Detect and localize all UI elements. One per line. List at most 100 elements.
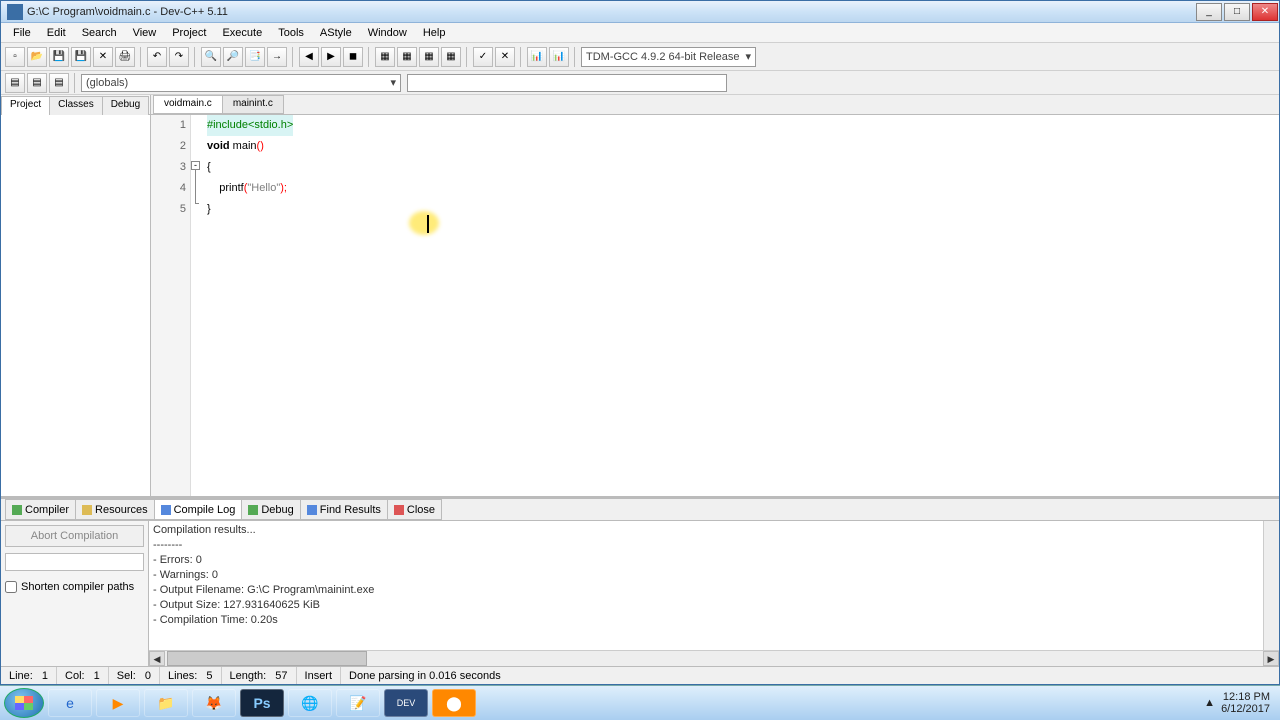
print-icon[interactable]: 🖨 xyxy=(115,47,135,67)
chevron-down-icon: ▾ xyxy=(390,76,396,89)
menu-search[interactable]: Search xyxy=(74,25,125,41)
taskbar-photoshop-icon[interactable]: Ps xyxy=(240,689,284,717)
windows-logo-icon xyxy=(15,696,33,710)
left-panel: Project Classes Debug xyxy=(1,95,151,496)
titlebar: G:\C Program\voidmain.c - Dev-C++ 5.11 _… xyxy=(1,1,1279,23)
line-number: 2 xyxy=(151,136,186,157)
taskbar-wmp-icon[interactable]: ▶ xyxy=(96,689,140,717)
menu-edit[interactable]: Edit xyxy=(39,25,74,41)
close-file-icon[interactable]: ✕ xyxy=(93,47,113,67)
scope-select[interactable]: (globals) ▾ xyxy=(81,74,401,92)
menu-astyle[interactable]: AStyle xyxy=(312,25,360,41)
abort-compilation-button[interactable]: Abort Compilation xyxy=(5,525,144,547)
debug-icon[interactable]: ✓ xyxy=(473,47,493,67)
project-tree[interactable] xyxy=(1,115,150,496)
start-button[interactable] xyxy=(4,688,44,718)
clock-time: 12:18 PM xyxy=(1221,691,1270,703)
compiler-select-value: TDM-GCC 4.9.2 64-bit Release xyxy=(586,51,739,63)
new-file-icon[interactable]: ▫ xyxy=(5,47,25,67)
new-class-icon[interactable]: ▤ xyxy=(5,73,25,93)
close-tab-icon xyxy=(394,505,404,515)
taskbar-devcpp-icon[interactable]: DEV xyxy=(384,689,428,717)
fold-line-icon xyxy=(195,170,196,198)
compile-run-icon[interactable]: ▦ xyxy=(419,47,439,67)
new-func-icon[interactable]: ▤ xyxy=(27,73,47,93)
shorten-paths-checkbox[interactable] xyxy=(5,581,17,593)
status-length: Length: 57 xyxy=(222,667,297,684)
code-token: printf xyxy=(207,182,244,194)
tab-classes[interactable]: Classes xyxy=(49,96,103,115)
function-select[interactable] xyxy=(407,74,727,92)
bookmark-icon[interactable]: ◼ xyxy=(343,47,363,67)
compile-log[interactable]: Compilation results... -------- - Errors… xyxy=(149,521,1279,666)
menu-file[interactable]: File xyxy=(5,25,39,41)
status-col: Col: 1 xyxy=(57,667,109,684)
menu-tools[interactable]: Tools xyxy=(270,25,312,41)
tab-project[interactable]: Project xyxy=(1,96,50,115)
redo-icon[interactable]: ↷ xyxy=(169,47,189,67)
new-var-icon[interactable]: ▤ xyxy=(49,73,69,93)
taskbar-chrome-icon[interactable]: 🌐 xyxy=(288,689,332,717)
scroll-thumb[interactable] xyxy=(167,651,367,666)
bottom-body: Abort Compilation Shorten compiler paths… xyxy=(1,521,1279,666)
tray-flag-icon[interactable]: ▲ xyxy=(1204,697,1215,709)
app-window: G:\C Program\voidmain.c - Dev-C++ 5.11 _… xyxy=(0,0,1280,685)
find-in-files-icon[interactable]: 📑 xyxy=(245,47,265,67)
taskbar-notepad-icon[interactable]: 📝 xyxy=(336,689,380,717)
save-all-icon[interactable]: 💾 xyxy=(71,47,91,67)
stop-icon[interactable]: ✕ xyxy=(495,47,515,67)
taskbar-firefox-icon[interactable]: 🦊 xyxy=(192,689,236,717)
shorten-paths-row[interactable]: Shorten compiler paths xyxy=(5,581,144,593)
editor-tab-voidmain[interactable]: voidmain.c xyxy=(153,95,223,114)
status-line: Line: 1 xyxy=(1,667,57,684)
tab-find-results[interactable]: Find Results xyxy=(300,499,388,520)
forward-icon[interactable]: ▶ xyxy=(321,47,341,67)
save-icon[interactable]: 💾 xyxy=(49,47,69,67)
tab-debug[interactable]: Debug xyxy=(102,96,149,115)
tab-label: Compile Log xyxy=(174,504,236,516)
code-editor[interactable]: 1 2 3 4 5 - #include<stdio.h> void main(… xyxy=(151,115,1279,496)
menu-window[interactable]: Window xyxy=(360,25,415,41)
open-file-icon[interactable]: 📂 xyxy=(27,47,47,67)
back-icon[interactable]: ◀ xyxy=(299,47,319,67)
tab-compile-log[interactable]: Compile Log xyxy=(154,499,243,520)
left-panel-tabs: Project Classes Debug xyxy=(1,95,150,115)
menu-view[interactable]: View xyxy=(125,25,165,41)
menu-project[interactable]: Project xyxy=(164,25,214,41)
taskbar-clock[interactable]: 12:18 PM 6/12/2017 xyxy=(1221,691,1270,715)
separator-icon xyxy=(74,73,76,93)
clock-date: 6/12/2017 xyxy=(1221,703,1270,715)
undo-icon[interactable]: ↶ xyxy=(147,47,167,67)
menu-help[interactable]: Help xyxy=(415,25,454,41)
minimize-button[interactable]: _ xyxy=(1196,3,1222,21)
statusbar: Line: 1 Col: 1 Sel: 0 Lines: 5 Length: 5… xyxy=(1,666,1279,684)
maximize-button[interactable]: □ xyxy=(1224,3,1250,21)
replace-icon[interactable]: 🔎 xyxy=(223,47,243,67)
delete-profile-icon[interactable]: 📊 xyxy=(549,47,569,67)
tab-compiler[interactable]: Compiler xyxy=(5,499,76,520)
tab-resources[interactable]: Resources xyxy=(75,499,155,520)
log-hscrollbar[interactable]: ◀ ▶ xyxy=(149,650,1279,666)
find-icon[interactable]: 🔍 xyxy=(201,47,221,67)
taskbar-explorer-icon[interactable]: 📁 xyxy=(144,689,188,717)
close-button[interactable]: ✕ xyxy=(1252,3,1278,21)
log-vscrollbar[interactable] xyxy=(1263,521,1279,650)
system-tray[interactable]: ▲ 12:18 PM 6/12/2017 xyxy=(1204,691,1276,715)
tab-debug-bottom[interactable]: Debug xyxy=(241,499,300,520)
menu-execute[interactable]: Execute xyxy=(214,25,270,41)
run-icon[interactable]: ▦ xyxy=(397,47,417,67)
compile-icon[interactable]: ▦ xyxy=(375,47,395,67)
toolbar-main: ▫ 📂 💾 💾 ✕ 🖨 ↶ ↷ 🔍 🔎 📑 → ◀ ▶ ◼ ▦ ▦ ▦ ▦ ✓ … xyxy=(1,43,1279,71)
taskbar-recorder-icon[interactable]: ⬤ xyxy=(432,689,476,717)
scroll-right-icon[interactable]: ▶ xyxy=(1263,651,1279,666)
scroll-left-icon[interactable]: ◀ xyxy=(149,651,165,666)
tab-close[interactable]: Close xyxy=(387,499,442,520)
editor-tab-mainint[interactable]: mainint.c xyxy=(222,95,284,114)
taskbar-ie-icon[interactable]: e xyxy=(48,689,92,717)
profile-icon[interactable]: 📊 xyxy=(527,47,547,67)
compiler-select[interactable]: TDM-GCC 4.9.2 64-bit Release ▾ xyxy=(581,47,756,67)
code-token: #include xyxy=(207,119,248,131)
goto-icon[interactable]: → xyxy=(267,47,287,67)
fold-toggle-icon[interactable]: - xyxy=(191,161,200,170)
rebuild-icon[interactable]: ▦ xyxy=(441,47,461,67)
